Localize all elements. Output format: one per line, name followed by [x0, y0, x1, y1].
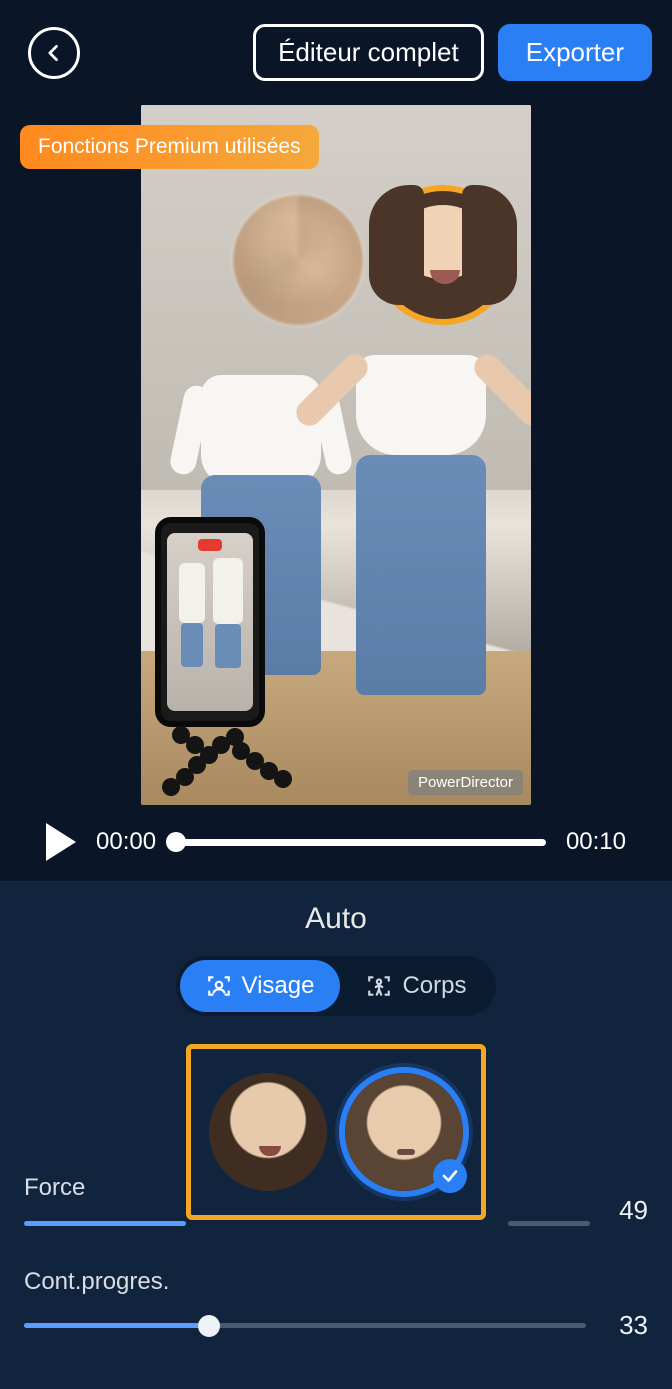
tab-body[interactable]: Corps	[340, 960, 492, 1012]
playback-bar: 00:00 00:10	[20, 805, 652, 881]
back-button[interactable]	[28, 27, 80, 79]
face-picker-highlight	[186, 1044, 486, 1220]
video-preview[interactable]: PowerDirector	[141, 105, 531, 805]
export-button[interactable]: Exporter	[498, 24, 652, 81]
tripod-prop	[151, 715, 311, 805]
header-buttons: Éditeur complet Exporter	[253, 24, 652, 81]
tab-face-label: Visage	[242, 972, 315, 1000]
force-slider-left[interactable]	[24, 1221, 186, 1226]
detection-segment: Visage Corps	[176, 956, 497, 1016]
feather-slider[interactable]	[24, 1323, 586, 1328]
face-option-2[interactable]	[345, 1073, 463, 1191]
video-area: Fonctions Premium utilisées	[20, 105, 652, 881]
face-marker-selected[interactable]	[373, 185, 513, 325]
face-detect-icon	[206, 973, 232, 999]
time-total: 00:10	[566, 828, 626, 856]
force-value: 49	[604, 1195, 648, 1226]
phone-prop	[155, 517, 265, 727]
body-detect-icon	[366, 973, 392, 999]
face-option-1[interactable]	[209, 1073, 327, 1191]
tab-body-label: Corps	[402, 972, 466, 1000]
force-slider-right[interactable]	[508, 1221, 590, 1226]
feather-value: 33	[604, 1310, 648, 1341]
time-current: 00:00	[96, 828, 156, 856]
force-label: Force	[24, 1174, 85, 1202]
face-marker-blurred[interactable]	[233, 195, 363, 325]
seek-thumb[interactable]	[166, 832, 186, 852]
chevron-left-icon	[44, 43, 64, 63]
full-editor-button[interactable]: Éditeur complet	[253, 24, 484, 81]
controls-panel: Auto Visage Corps	[0, 881, 672, 1389]
premium-badge: Fonctions Premium utilisées	[20, 125, 319, 169]
check-icon	[433, 1159, 467, 1193]
feather-thumb[interactable]	[198, 1315, 220, 1337]
feather-label: Cont.progres.	[24, 1268, 648, 1296]
seek-slider[interactable]	[176, 839, 546, 846]
panel-title: Auto	[24, 902, 648, 936]
header: Éditeur complet Exporter	[0, 0, 672, 93]
play-button[interactable]	[46, 823, 76, 861]
watermark: PowerDirector	[408, 770, 523, 795]
tab-face[interactable]: Visage	[180, 960, 341, 1012]
